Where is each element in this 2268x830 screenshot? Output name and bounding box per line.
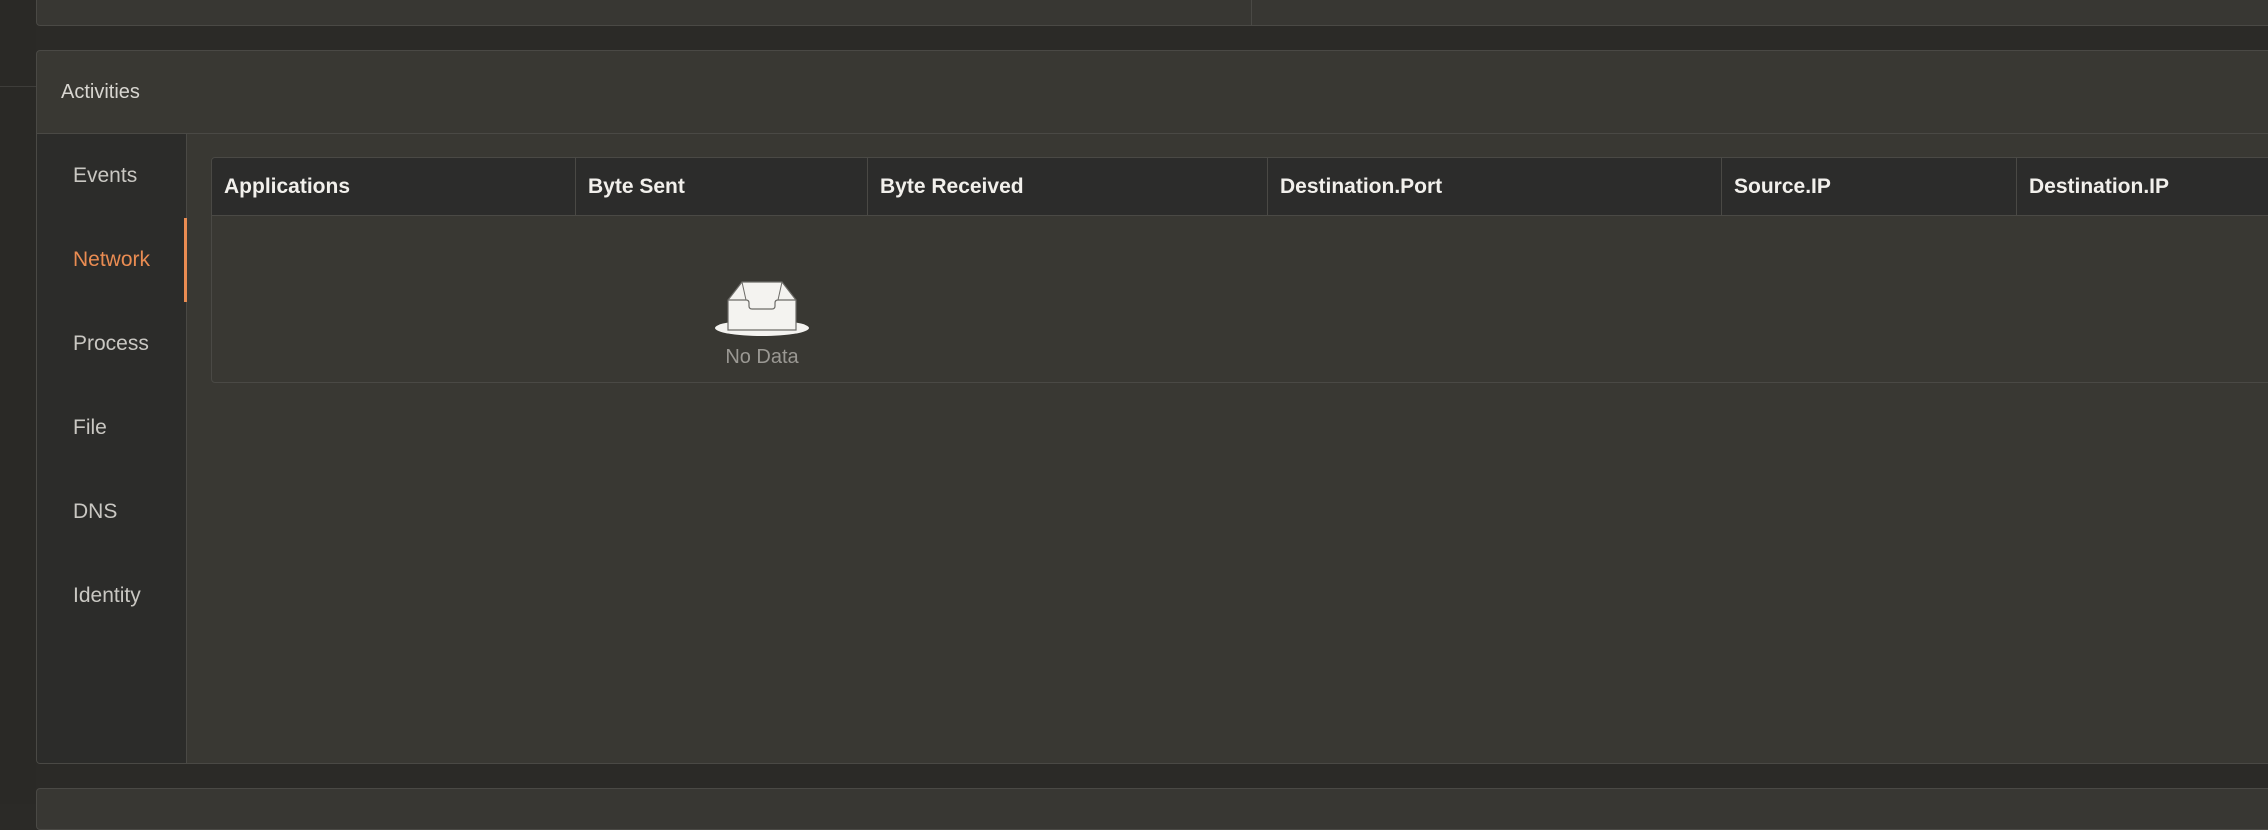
panel-title: Activities [61,80,140,103]
tab-label: Process [73,332,149,355]
tab-label: DNS [73,500,118,523]
column-header-source-ip[interactable]: Source.IP [1722,158,2017,215]
panel-header: Activities [37,51,2268,134]
tab-label: Identity [73,584,141,607]
empty-state-text: No Data [725,346,799,368]
tab-file[interactable]: File [37,386,186,470]
bottom-card [36,788,2268,830]
left-rail [0,0,36,804]
network-table: Applications Byte Sent Byte Received Des… [211,157,2268,383]
tab-events[interactable]: Events [37,134,186,218]
tab-label: File [73,416,107,439]
column-header-destination-ip[interactable]: Destination.IP [2017,158,2268,215]
column-header-destination-port[interactable]: Destination.Port [1268,158,1722,215]
tab-label: Events [73,164,138,187]
top-card-divider [1251,0,1252,25]
rail-divider [0,86,36,87]
tab-network[interactable]: Network [37,218,187,302]
tab-process[interactable]: Process [37,302,186,386]
column-header-byte-received[interactable]: Byte Received [868,158,1268,215]
empty-state: No Data [212,216,1312,369]
tab-dns[interactable]: DNS [37,470,186,554]
tab-identity[interactable]: Identity [37,554,186,638]
table-header: Applications Byte Sent Byte Received Des… [212,158,2268,216]
activities-panel: Activities Events Network Process File D… [36,50,2268,764]
column-header-byte-sent[interactable]: Byte Sent [576,158,868,215]
tab-label: Network [73,248,151,271]
activity-tabs: Events Network Process File DNS Identity [37,134,187,763]
inbox-icon [715,281,809,336]
top-card [36,0,2268,26]
column-header-applications[interactable]: Applications [212,158,576,215]
